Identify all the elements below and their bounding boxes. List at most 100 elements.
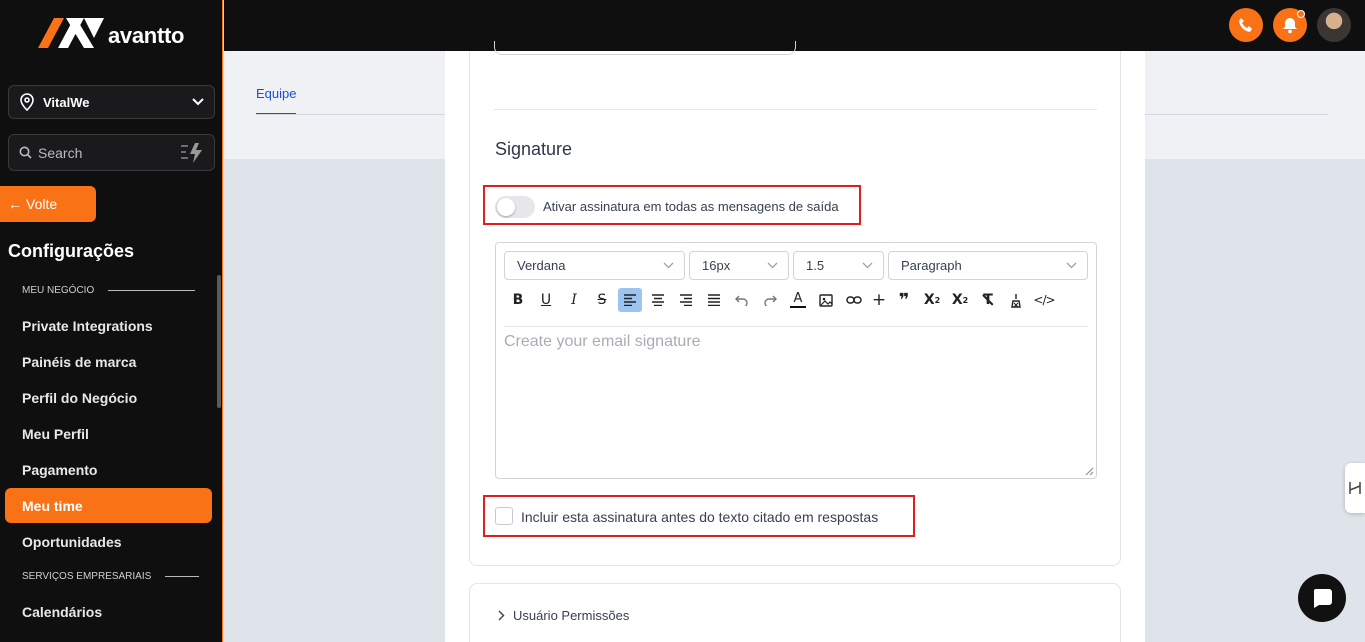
sidebar: avantto VitalWe ← Volte Configurações ME… — [0, 0, 223, 642]
permissions-card[interactable]: Usuário Permissões — [469, 583, 1121, 642]
chevron-down-icon — [862, 262, 873, 269]
font-family-value: Verdana — [517, 258, 566, 273]
quote-icon[interactable]: ❞ — [892, 288, 916, 312]
sidebar-item-private-integrations[interactable]: Private Integrations — [5, 308, 212, 343]
notifications-button[interactable] — [1273, 8, 1307, 42]
side-panel-tab[interactable] — [1345, 463, 1365, 513]
signature-editor: Verdana 16px 1.5 Paragraph B U I S A + ❞… — [495, 242, 1097, 479]
signature-toggle[interactable] — [495, 196, 535, 218]
search-icon — [19, 146, 32, 159]
section-divider — [108, 290, 196, 291]
sidebar-item-my-profile[interactable]: Meu Perfil — [5, 416, 212, 451]
sidebar-item-brand-boards[interactable]: Painéis de marca — [5, 344, 212, 379]
clear-format-icon[interactable]: T — [976, 288, 1000, 312]
sidebar-item-opportunities[interactable]: Oportunidades — [5, 524, 212, 559]
italic-icon[interactable]: I — [562, 288, 586, 312]
phone-icon — [1239, 18, 1252, 32]
collapse-arrows-icon — [1349, 482, 1361, 494]
sidebar-item-label: Painéis de marca — [22, 353, 137, 370]
location-pin-icon — [20, 93, 34, 111]
section-business-text: MEU NEGÓCIO — [22, 285, 95, 296]
edit-user-modal: Signature Ativar assinatura em todas as … — [445, 41, 1145, 642]
sidebar-item-label: Calendários — [22, 603, 103, 620]
sidebar-item-business-profile[interactable]: Perfil do Negócio — [5, 380, 212, 415]
align-right-icon[interactable] — [674, 288, 698, 312]
brand-name: avantto — [108, 23, 185, 48]
search-input[interactable] — [38, 144, 168, 161]
avantto-logo-icon — [38, 18, 104, 48]
quick-action-bolt-icon[interactable] — [180, 142, 204, 164]
underline-icon[interactable]: U — [534, 288, 558, 312]
undo-icon[interactable] — [730, 288, 754, 312]
bell-icon — [1283, 18, 1297, 34]
block-type-select[interactable]: Paragraph — [888, 251, 1088, 280]
location-select[interactable]: VitalWe — [8, 85, 215, 119]
section-services-label: SERVIÇOS EMPRESARIAIS — [22, 571, 200, 582]
chevron-down-icon — [192, 98, 204, 106]
tab-team[interactable]: Equipe — [256, 86, 297, 115]
user-avatar[interactable] — [1317, 8, 1351, 42]
subscript-icon[interactable]: X2 — [948, 288, 972, 312]
sidebar-item-payment[interactable]: Pagamento — [5, 452, 212, 487]
font-size-select[interactable]: 16px — [689, 251, 789, 280]
toggle-knob — [497, 198, 515, 216]
section-services-text: SERVIÇOS EMPRESARIAIS — [22, 571, 152, 582]
chat-widget-button[interactable] — [1298, 574, 1346, 622]
resize-handle-icon[interactable] — [1084, 466, 1094, 476]
link-icon[interactable] — [842, 288, 866, 312]
section-divider — [165, 576, 200, 577]
sidebar-item-label: Meu Perfil — [22, 425, 89, 442]
sidebar-item-label: Oportunidades — [22, 533, 122, 550]
permissions-label: Usuário Permissões — [513, 608, 630, 623]
sidebar-item-label: Perfil do Negócio — [22, 389, 138, 406]
back-label: Volte — [26, 196, 58, 212]
code-icon[interactable]: </> — [1032, 288, 1056, 312]
align-center-icon[interactable] — [646, 288, 670, 312]
align-justify-icon[interactable] — [702, 288, 726, 312]
previous-field[interactable] — [494, 41, 796, 55]
chat-bubble-icon — [1313, 589, 1332, 608]
notification-dot — [1297, 10, 1305, 18]
phone-button[interactable] — [1229, 8, 1263, 42]
location-name: VitalWe — [43, 94, 90, 110]
chevron-down-icon — [1066, 262, 1077, 269]
search-box — [8, 134, 215, 171]
include-signature-label: Incluir esta assinatura antes do texto c… — [521, 509, 879, 525]
redo-icon[interactable] — [758, 288, 782, 312]
back-button[interactable]: ← Volte — [0, 186, 96, 222]
section-divider — [494, 109, 1097, 110]
permissions-header[interactable]: Usuário Permissões — [498, 608, 629, 623]
superscript-icon[interactable]: X2 — [920, 288, 944, 312]
bold-icon[interactable]: B — [506, 288, 530, 312]
block-type-value: Paragraph — [901, 258, 962, 273]
font-family-select[interactable]: Verdana — [504, 251, 685, 280]
line-height-value: 1.5 — [806, 258, 825, 273]
formatting-toolbar: B U I S A + ❞ X 2 X 2 </> — [506, 288, 1060, 312]
clean-icon[interactable] — [1004, 288, 1028, 312]
sidebar-item-label: Pagamento — [22, 461, 98, 478]
signature-toggle-label: Ativar assinatura em todas as mensagens … — [543, 199, 839, 214]
toolbar-divider — [504, 326, 1088, 327]
brand-logo[interactable]: avantto — [38, 18, 184, 54]
line-height-select[interactable]: 1.5 — [793, 251, 884, 280]
chevron-down-icon — [767, 262, 778, 269]
chevron-right-icon — [498, 610, 505, 621]
text-color-icon[interactable]: A — [786, 288, 810, 312]
signature-title: Signature — [495, 139, 573, 159]
settings-title: Configurações — [8, 241, 135, 261]
signature-editor-area[interactable]: Create your email signature — [504, 333, 1088, 473]
sidebar-scrollbar[interactable] — [217, 275, 221, 408]
align-left-icon[interactable] — [618, 288, 642, 312]
include-signature-checkbox[interactable] — [495, 507, 513, 525]
image-icon[interactable] — [814, 288, 838, 312]
chevron-down-icon — [663, 262, 674, 269]
arrow-left-icon: ← — [8, 196, 22, 212]
sidebar-item-label: Private Integrations — [22, 317, 153, 334]
font-size-value: 16px — [702, 258, 731, 273]
signature-card: Signature Ativar assinatura em todas as … — [469, 41, 1121, 566]
section-business-label: MEU NEGÓCIO — [22, 285, 196, 296]
sidebar-item-my-team[interactable]: Meu time — [5, 488, 212, 523]
strikethrough-icon[interactable]: S — [590, 288, 614, 312]
plus-icon[interactable]: + — [870, 288, 888, 312]
sidebar-item-calendars[interactable]: Calendários — [5, 594, 212, 629]
